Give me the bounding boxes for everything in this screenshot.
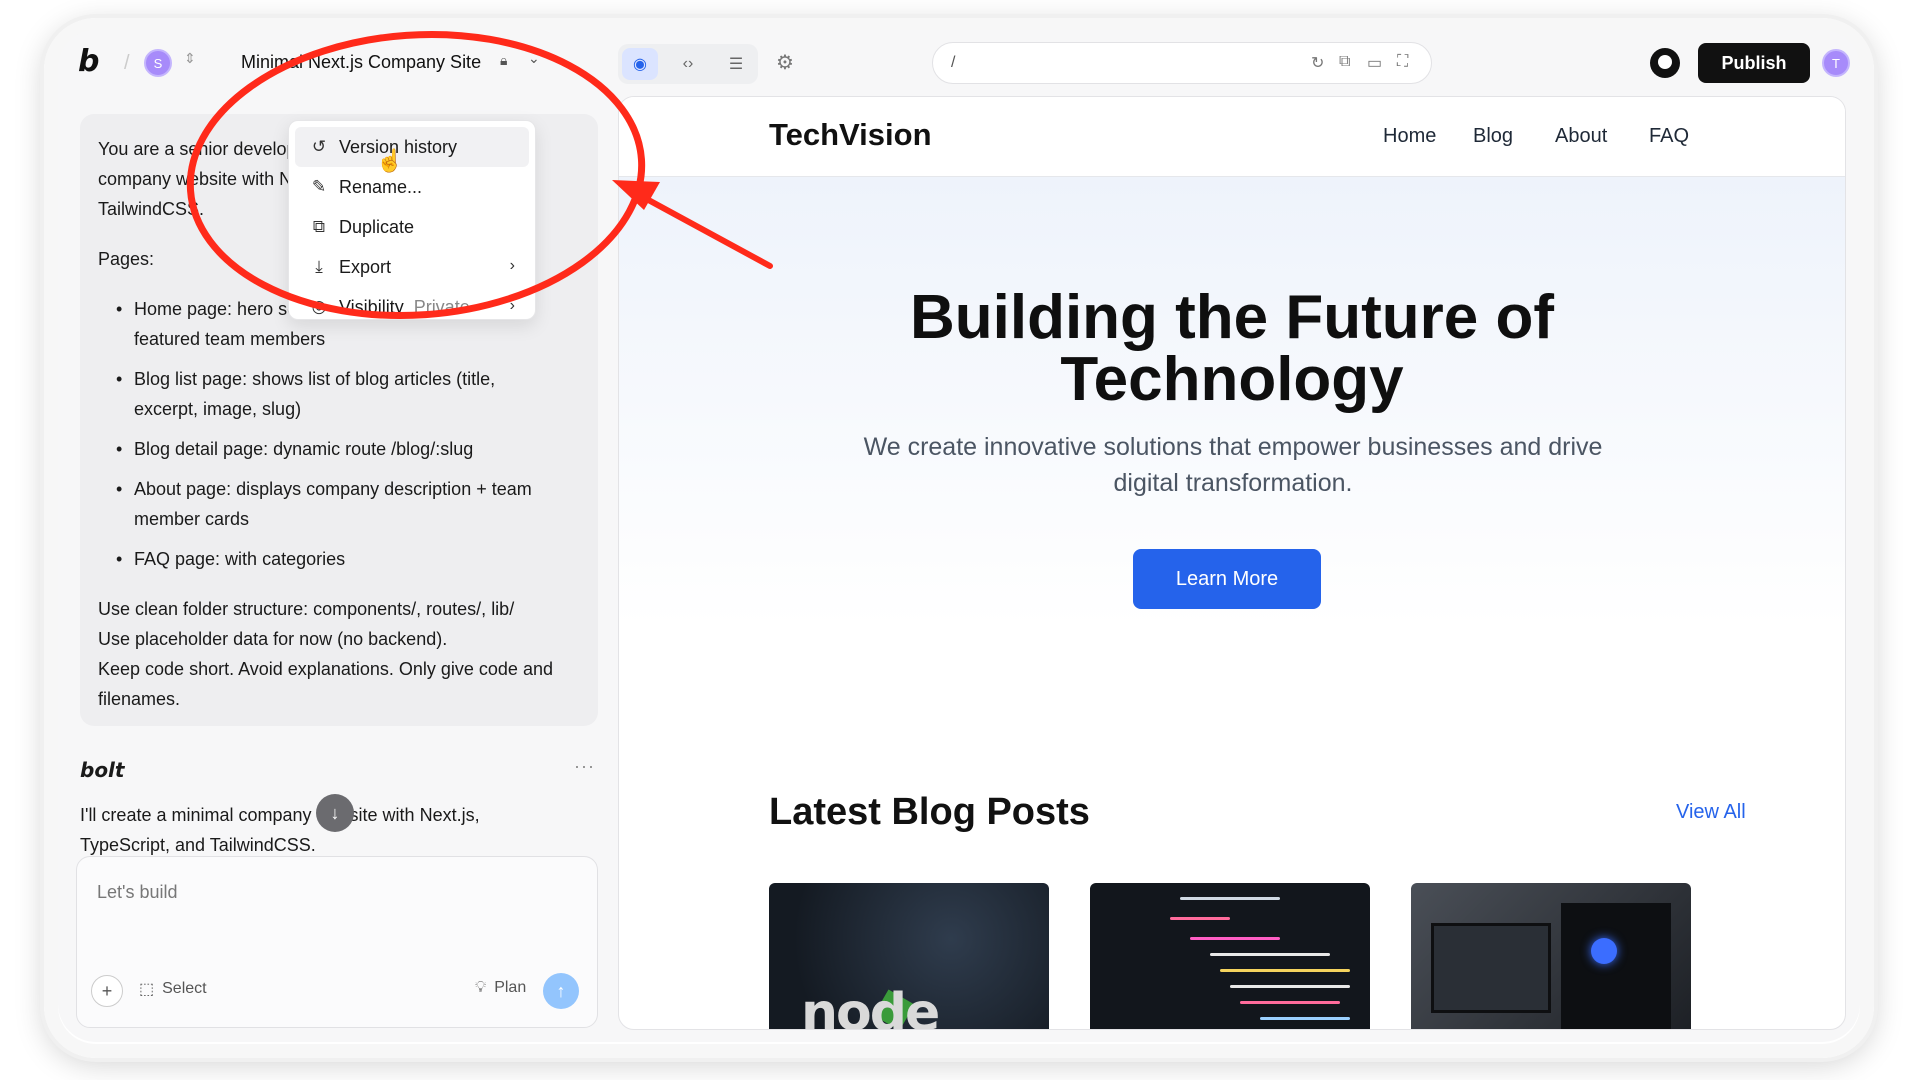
visibility-value: Private: [413, 296, 470, 317]
assistant-name: bolt: [80, 758, 125, 782]
menu-item-duplicate[interactable]: ⧉ Duplicate: [295, 207, 529, 247]
list-item: About page: displays company description…: [98, 474, 580, 534]
code-line: [1190, 937, 1280, 940]
eye-icon: ◎: [311, 297, 327, 316]
nav-home[interactable]: Home: [1383, 125, 1436, 148]
site-preview: TechVision Home Blog About FAQ Building …: [618, 96, 1846, 1030]
device-toggle-icon[interactable]: ▭: [1367, 53, 1382, 73]
nav-about[interactable]: About: [1555, 125, 1607, 148]
preview-url-bar[interactable]: / ↻ ⧉ ▭ ⛶: [932, 42, 1432, 84]
menu-item-version-history[interactable]: ↺ Version history: [295, 127, 529, 167]
plan-button[interactable]: 💡︎ Plan: [475, 979, 526, 997]
open-external-icon[interactable]: ⧉: [1339, 53, 1350, 71]
code-line: [1180, 897, 1280, 900]
node-logo-text: node: [801, 983, 940, 1030]
copy-icon: ⧉: [312, 217, 326, 236]
project-dropdown-menu: ↺ Version history ✎ Rename... ⧉ Duplicat…: [288, 120, 536, 320]
fullscreen-icon[interactable]: ⛶: [1397, 53, 1408, 71]
reload-icon[interactable]: ↻: [1311, 53, 1324, 73]
database-icon[interactable]: ☰: [718, 48, 754, 80]
url-path[interactable]: /: [951, 54, 955, 72]
select-element-button[interactable]: ⬚ Select: [139, 979, 207, 999]
nav-blog[interactable]: Blog: [1473, 125, 1513, 148]
hero-subtitle: We create innovative solutions that empo…: [863, 433, 1603, 497]
blog-post-image-server[interactable]: [1411, 883, 1691, 1029]
history-icon: ↺: [311, 137, 327, 156]
blog-post-image-code[interactable]: [1090, 883, 1370, 1029]
menu-item-export[interactable]: ⤓ Export ›: [295, 247, 529, 287]
preview-eye-icon[interactable]: ◉: [622, 48, 658, 80]
pencil-icon: ✎: [311, 177, 327, 196]
hand-cursor-icon: ☝: [376, 148, 404, 173]
code-line: [1230, 985, 1350, 988]
chat-input[interactable]: [97, 877, 577, 907]
blog-section-title: Latest Blog Posts: [769, 791, 1090, 833]
app-window: b / S ⇕ Minimal Next.js Company Site 🔒︎ …: [58, 30, 1860, 1042]
add-attachment-button[interactable]: +: [91, 975, 123, 1007]
code-line: [1260, 1017, 1350, 1020]
bolt-logo-icon[interactable]: b: [78, 44, 99, 79]
chevron-right-icon: ›: [509, 257, 515, 274]
github-icon[interactable]: [1650, 48, 1680, 78]
pages-list: Home page: hero section, latest 3 blog p…: [98, 294, 580, 574]
switch-project-icon[interactable]: ⇕: [184, 50, 196, 67]
view-all-link[interactable]: View All: [1676, 801, 1746, 824]
nav-faq[interactable]: FAQ: [1649, 125, 1689, 148]
hero-title: Building the Future of Technology: [909, 283, 1554, 414]
chevron-down-icon[interactable]: ⌄: [528, 50, 540, 67]
site-navbar: TechVision Home Blog About FAQ: [619, 97, 1845, 177]
top-bar: b / S ⇕ Minimal Next.js Company Site 🔒︎ …: [58, 30, 1860, 96]
settings-gear-icon[interactable]: ⚙: [776, 50, 794, 75]
code-line: [1170, 917, 1230, 920]
lock-icon: 🔒︎: [500, 52, 508, 68]
list-item: FAQ page: with categories: [98, 544, 580, 574]
menu-item-visibility[interactable]: ◎ Visibility Private ›: [295, 287, 529, 319]
chat-composer: + ⬚Select 💡︎Plan ↑: [76, 856, 598, 1028]
code-icon[interactable]: ‹›: [670, 48, 706, 80]
publish-button[interactable]: Publish: [1698, 43, 1810, 83]
prompt-outro: Use clean folder structure: components/,…: [98, 599, 553, 709]
site-brand[interactable]: TechVision: [769, 117, 932, 153]
chevron-right-icon: ›: [509, 297, 515, 314]
lightbulb-icon: 💡︎: [475, 979, 487, 996]
fan-light-shape: [1591, 938, 1617, 964]
pointer-select-icon: ⬚: [139, 981, 155, 998]
more-options-icon[interactable]: ···: [574, 756, 595, 777]
code-line: [1210, 953, 1330, 956]
view-toggle-group: ◉ ‹› ☰: [618, 44, 758, 84]
list-item: Blog list page: shows list of blog artic…: [98, 364, 580, 424]
pc-case-shape: [1561, 903, 1671, 1029]
learn-more-button[interactable]: Learn More: [1133, 549, 1321, 609]
monitor-shape: [1431, 923, 1551, 1013]
project-title[interactable]: Minimal Next.js Company Site: [241, 52, 481, 73]
send-button[interactable]: ↑: [543, 973, 579, 1009]
user-avatar-right[interactable]: T: [1822, 49, 1850, 77]
scroll-down-icon[interactable]: ↓: [316, 794, 354, 832]
user-avatar-left[interactable]: S: [144, 49, 172, 77]
list-item: Blog detail page: dynamic route /blog/:s…: [98, 434, 580, 464]
download-icon: ⤓: [315, 257, 323, 276]
hero-section: Building the Future of Technology We cre…: [619, 177, 1845, 627]
blog-post-image-node[interactable]: node: [769, 883, 1049, 1030]
menu-item-rename[interactable]: ✎ Rename...: [295, 167, 529, 207]
code-line: [1240, 1001, 1340, 1004]
separator: /: [124, 52, 130, 74]
code-line: [1220, 969, 1350, 972]
